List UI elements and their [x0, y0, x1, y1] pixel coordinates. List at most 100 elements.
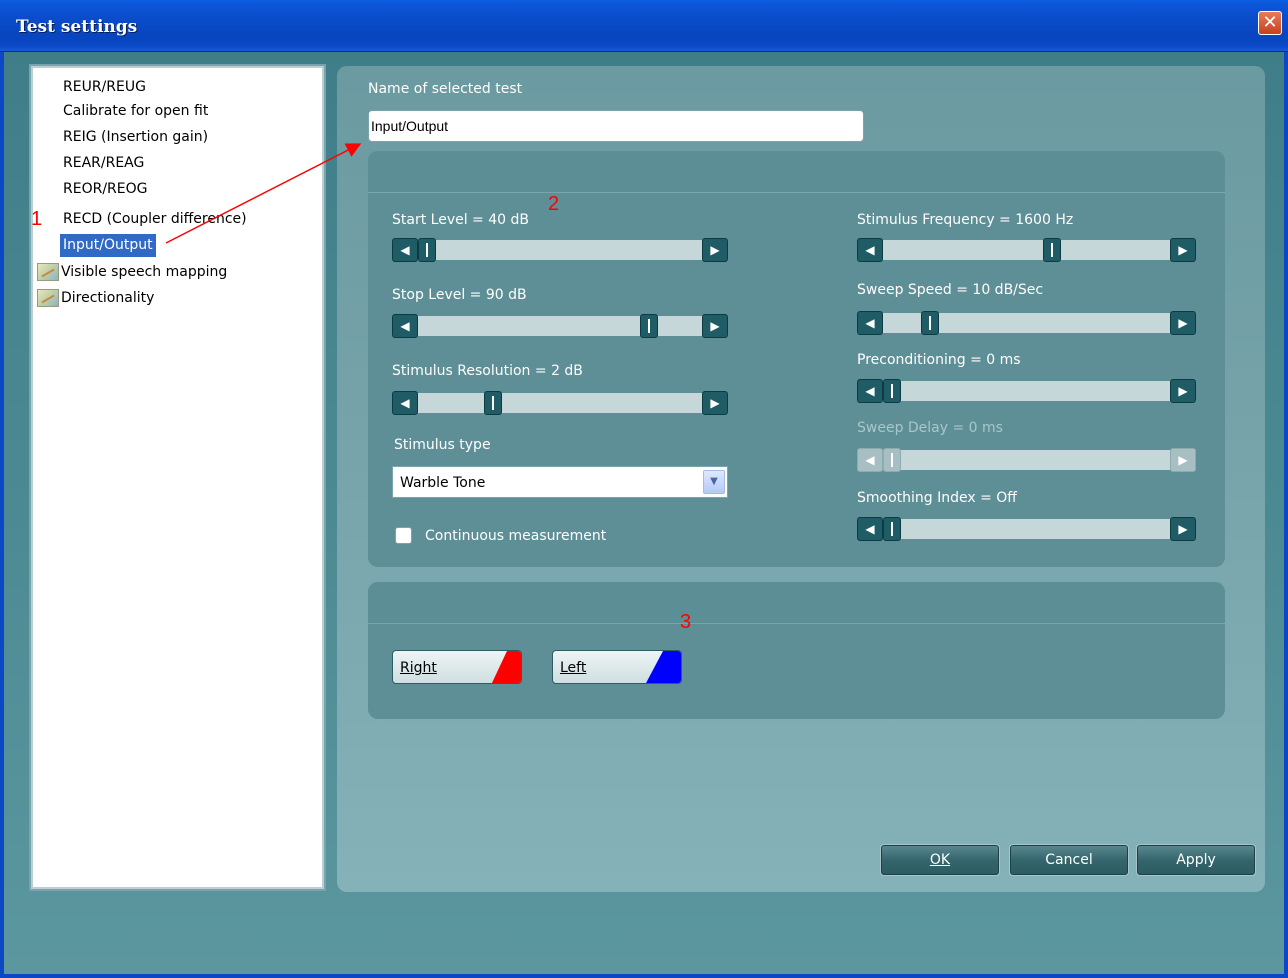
left-arrow-icon[interactable]: ◀	[857, 238, 883, 262]
list-item-label: Visible speech mapping	[61, 264, 228, 280]
slider-track[interactable]	[392, 393, 728, 413]
apply-label: Apply	[1176, 852, 1216, 868]
left-arrow-icon[interactable]: ◀	[857, 311, 883, 335]
smoothing-index-label: Smoothing Index = Off	[857, 490, 1017, 506]
right-arrow-icon: ▶	[1170, 448, 1196, 472]
continuous-measurement-checkbox[interactable]	[395, 527, 412, 544]
name-field-label: Name of selected test	[368, 81, 523, 97]
preconditioning-slider[interactable]: ◀ ▶	[857, 379, 1196, 403]
sweep-delay-label: Sweep Delay = 0 ms	[857, 420, 1003, 436]
annotation-2: 2	[548, 193, 560, 215]
stimulus-resolution-label: Stimulus Resolution = 2 dB	[392, 363, 583, 379]
left-arrow-icon[interactable]: ◀	[857, 379, 883, 403]
list-item-label: REIG (Insertion gain)	[63, 129, 209, 145]
preconditioning-label: Preconditioning = 0 ms	[857, 352, 1021, 368]
list-item-directionality[interactable]: Directionality	[37, 287, 154, 310]
speech-mapping-icon	[37, 289, 59, 307]
list-item-visible-speech-mapping[interactable]: Visible speech mapping	[37, 261, 227, 284]
list-item-label: Input/Output	[63, 237, 153, 253]
stimulus-frequency-label: Stimulus Frequency = 1600 Hz	[857, 212, 1074, 228]
right-arrow-icon[interactable]: ▶	[1170, 517, 1196, 541]
cancel-label: Cancel	[1045, 852, 1093, 868]
left-arrow-icon[interactable]: ◀	[857, 517, 883, 541]
list-item-reig[interactable]: REIG (Insertion gain)	[63, 126, 208, 149]
list-item-recd[interactable]: RECD (Coupler difference)	[63, 208, 247, 231]
slider-track[interactable]	[857, 313, 1196, 333]
slider-thumb[interactable]	[640, 314, 658, 338]
list-item-calibrate-open-fit[interactable]: Calibrate for open fit	[63, 100, 208, 123]
slider-thumb[interactable]	[484, 391, 502, 415]
slider-thumb	[883, 448, 901, 472]
right-arrow-icon[interactable]: ▶	[1170, 379, 1196, 403]
left-arrow-icon[interactable]: ◀	[392, 238, 418, 262]
list-item-rear-reag[interactable]: REAR/REAG	[63, 152, 144, 175]
right-ear-label: Right	[400, 660, 437, 676]
group-header	[368, 151, 1225, 193]
annotation-1: 1	[31, 208, 43, 230]
sweep-delay-slider: ◀ ▶	[857, 448, 1196, 472]
apply-button[interactable]: Apply	[1136, 844, 1256, 876]
sweep-speed-label: Sweep Speed = 10 dB/Sec	[857, 282, 1044, 298]
stimulus-type-select[interactable]: Warble Tone ▼	[392, 466, 728, 498]
start-level-label: Start Level = 40 dB	[392, 212, 529, 228]
left-arrow-icon: ◀	[857, 448, 883, 472]
stop-level-label: Stop Level = 90 dB	[392, 287, 527, 303]
right-ear-color-icon	[491, 651, 521, 683]
list-item-input-output[interactable]: Input/Output	[60, 234, 156, 257]
sweep-speed-slider[interactable]: ◀ ▶	[857, 311, 1196, 335]
left-arrow-icon[interactable]: ◀	[392, 391, 418, 415]
list-item-label: REOR/REOG	[63, 181, 148, 197]
close-icon: ✕	[1262, 12, 1278, 33]
stop-level-slider[interactable]: ◀ ▶	[392, 314, 728, 338]
stimulus-type-label: Stimulus type	[394, 437, 491, 453]
stimulus-resolution-slider[interactable]: ◀ ▶	[392, 391, 728, 415]
window-frame-right	[1284, 52, 1288, 978]
window-frame-bottom	[0, 974, 1288, 978]
slider-track	[857, 450, 1196, 470]
speech-mapping-icon	[37, 263, 59, 281]
list-item-label: RECD (Coupler difference)	[63, 211, 247, 227]
list-item-label: Calibrate for open fit	[63, 103, 209, 119]
slider-thumb[interactable]	[1043, 238, 1061, 262]
start-level-slider[interactable]: ◀ ▶	[392, 238, 728, 262]
left-ear-color-icon	[646, 651, 681, 683]
left-ear-label: Left	[560, 660, 587, 676]
ok-button[interactable]: OK	[880, 844, 1000, 876]
list-item-reur-reug[interactable]: REUR/REUG	[63, 76, 146, 99]
list-item-reor-reog[interactable]: REOR/REOG	[63, 178, 147, 201]
slider-thumb[interactable]	[921, 311, 939, 335]
right-arrow-icon[interactable]: ▶	[702, 391, 728, 415]
slider-track[interactable]	[857, 519, 1196, 539]
annotation-3: 3	[680, 611, 692, 633]
slider-track[interactable]	[857, 240, 1196, 260]
window-title: Test settings	[16, 17, 138, 37]
right-arrow-icon[interactable]: ▶	[1170, 311, 1196, 335]
smoothing-index-slider[interactable]: ◀ ▶	[857, 517, 1196, 541]
list-item-label: REUR/REUG	[63, 79, 146, 95]
right-arrow-icon[interactable]: ▶	[702, 238, 728, 262]
stimulus-frequency-slider[interactable]: ◀ ▶	[857, 238, 1196, 262]
group-header	[368, 582, 1225, 624]
left-ear-button[interactable]: Left	[552, 650, 682, 684]
right-ear-button[interactable]: Right	[392, 650, 522, 684]
slider-thumb[interactable]	[883, 379, 901, 403]
close-button[interactable]: ✕	[1258, 11, 1282, 35]
stimulus-type-value: Warble Tone	[400, 475, 486, 491]
title-bar: Test settings ✕	[0, 0, 1288, 52]
slider-thumb[interactable]	[883, 517, 901, 541]
slider-thumb[interactable]	[418, 238, 436, 262]
chevron-down-icon[interactable]: ▼	[703, 470, 725, 494]
right-arrow-icon[interactable]: ▶	[702, 314, 728, 338]
test-name-input[interactable]	[368, 110, 864, 142]
right-arrow-icon[interactable]: ▶	[1170, 238, 1196, 262]
slider-track[interactable]	[857, 381, 1196, 401]
continuous-measurement-label[interactable]: Continuous measurement	[425, 528, 606, 544]
list-item-label: REAR/REAG	[63, 155, 145, 171]
test-list[interactable]: REUR/REUG Calibrate for open fit REIG (I…	[31, 66, 324, 889]
list-item-label: Directionality	[61, 290, 155, 306]
cancel-button[interactable]: Cancel	[1009, 844, 1129, 876]
left-arrow-icon[interactable]: ◀	[392, 314, 418, 338]
slider-track[interactable]	[392, 240, 728, 260]
ok-label: OK	[929, 852, 951, 868]
slider-track[interactable]	[392, 316, 728, 336]
